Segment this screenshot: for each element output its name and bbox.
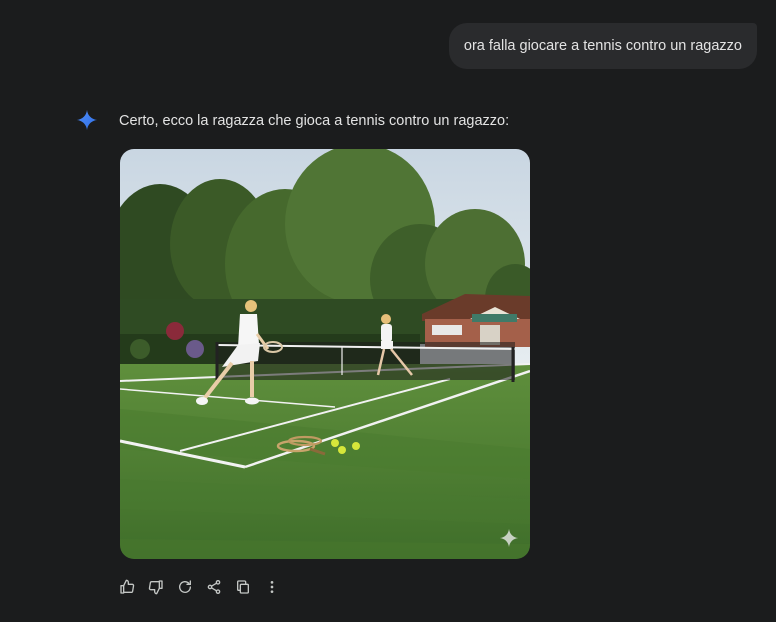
generated-image[interactable] (120, 149, 530, 559)
chat-page: ora falla giocare a tennis contro un rag… (0, 0, 776, 622)
user-message-text: ora falla giocare a tennis contro un rag… (463, 38, 742, 54)
regenerate-icon[interactable] (175, 576, 195, 598)
ai-sparkle-icon (499, 528, 519, 548)
user-message-bubble: ora falla giocare a tennis contro un rag… (448, 23, 757, 69)
tennis-court-scene (120, 149, 530, 559)
thumbs-up-icon[interactable] (117, 576, 137, 598)
thumbs-down-icon[interactable] (146, 576, 166, 598)
gemini-logo-icon (76, 109, 98, 131)
assistant-message-text: Certo, ecco la ragazza che gioca a tenni… (119, 113, 510, 129)
copy-icon[interactable] (233, 576, 253, 598)
response-actions (117, 576, 282, 598)
share-icon[interactable] (204, 576, 224, 598)
more-options-icon[interactable] (262, 576, 282, 598)
